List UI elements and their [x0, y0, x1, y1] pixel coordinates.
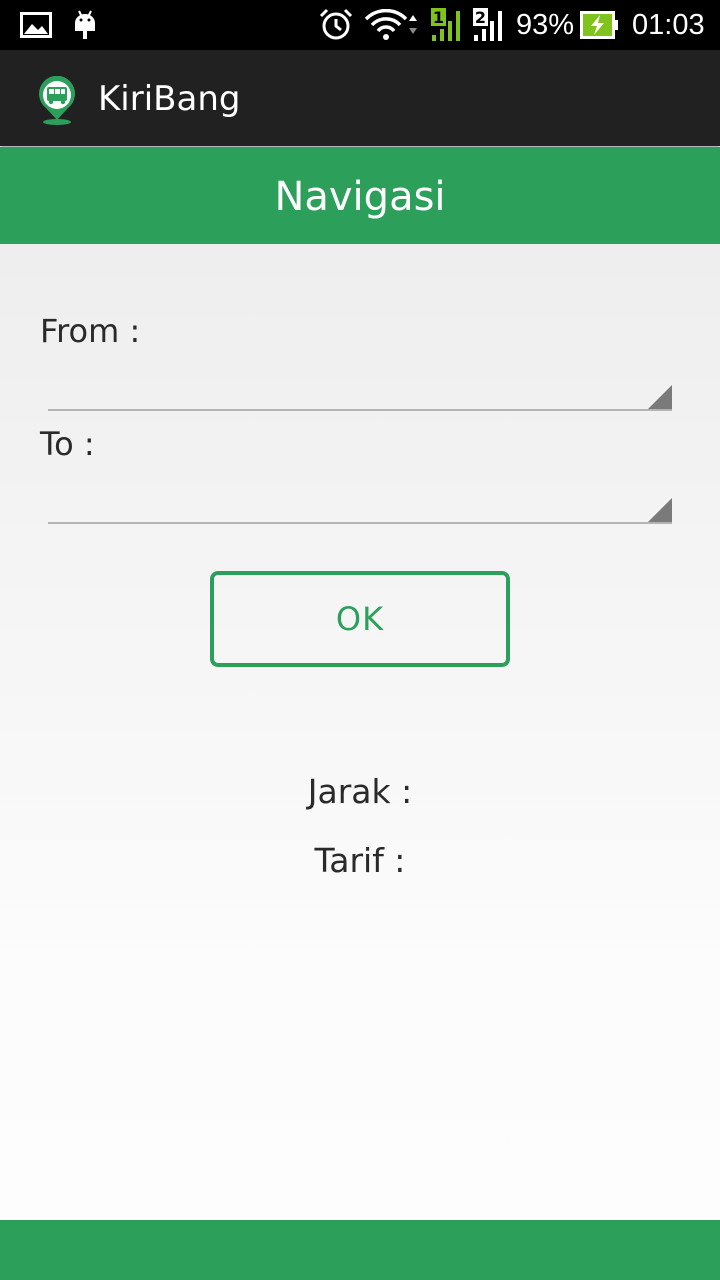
- app-title: KiriBang: [98, 79, 241, 119]
- page-title: Navigasi: [0, 147, 720, 244]
- wifi-icon: [364, 0, 420, 50]
- clock: 01:03: [632, 8, 705, 41]
- navigation-form: From : To : OK Jarak : Tarif :: [0, 244, 720, 1220]
- sim1-signal-icon: 1: [430, 0, 466, 50]
- battery-charging-icon: [580, 0, 620, 50]
- bus-pin-icon: [34, 75, 80, 126]
- battery-percentage: 93%: [516, 8, 575, 41]
- from-spinner[interactable]: [48, 369, 672, 411]
- dropdown-arrow-icon: [648, 385, 672, 409]
- app-bar: KiriBang: [0, 50, 720, 146]
- to-label: To :: [40, 425, 95, 463]
- status-bar: 1 2 93% 01:03: [0, 0, 720, 50]
- distance-label: Jarak :: [307, 772, 413, 811]
- gallery-icon: [20, 0, 52, 50]
- svg-text:2: 2: [475, 8, 486, 27]
- svg-text:1: 1: [433, 8, 444, 27]
- fare-label: Tarif :: [314, 841, 406, 880]
- dropdown-arrow-icon: [648, 498, 672, 522]
- sim2-signal-icon: 2: [472, 0, 508, 50]
- ok-button[interactable]: OK: [210, 571, 510, 667]
- alarm-icon: [318, 0, 354, 50]
- from-label: From :: [40, 312, 141, 350]
- to-spinner[interactable]: [48, 482, 672, 524]
- android-debug-icon: [72, 0, 98, 50]
- bottom-bar: [0, 1220, 720, 1280]
